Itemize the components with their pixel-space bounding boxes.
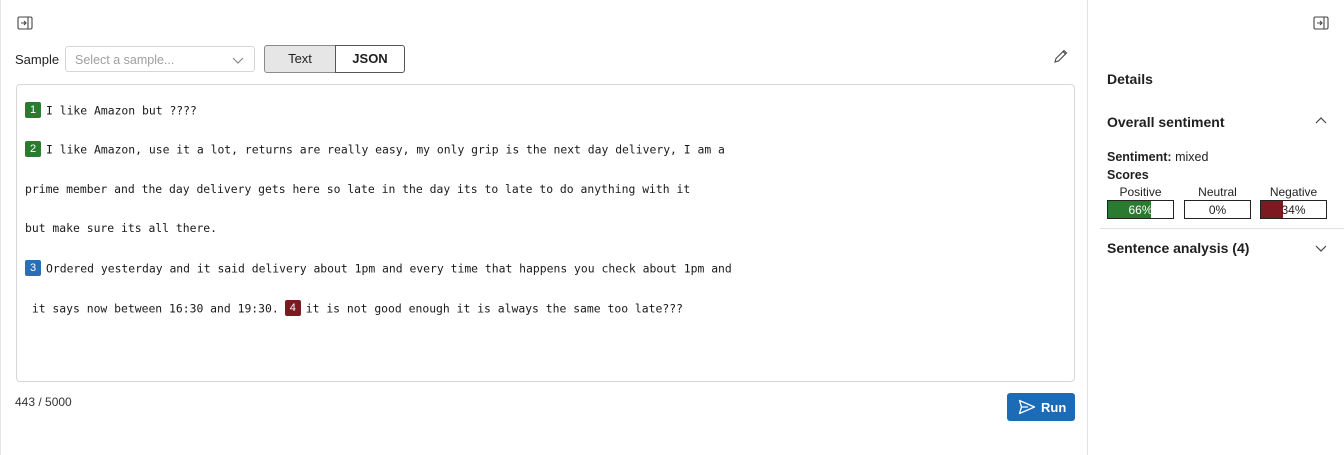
editor-line: 3 Ordered yesterday and it said delivery … <box>25 260 732 277</box>
editor-line: prime member and the day delivery gets h… <box>25 182 691 196</box>
sample-placeholder: Select a sample... <box>75 53 175 67</box>
divider <box>1100 228 1344 229</box>
score-value: 34% <box>1281 203 1306 217</box>
sentence-text: I like Amazon but ???? <box>46 103 197 118</box>
sentiment-value: mixed <box>1175 150 1209 164</box>
collapse-panel-icon[interactable] <box>17 15 35 33</box>
score-value: 0% <box>1208 203 1227 217</box>
sentence-text: I like Amazon, use it a lot, returns are… <box>46 142 725 157</box>
sentence-badge: 2 <box>25 141 41 157</box>
chevron-down-icon[interactable] <box>1315 243 1327 253</box>
run-button[interactable]: Run <box>1007 393 1075 421</box>
score-value: 66% <box>1128 203 1153 217</box>
editor-line: 1 I like Amazon but ???? <box>25 102 197 119</box>
sentence-text: Ordered yesterday and it said delivery a… <box>46 261 732 276</box>
sentence-badge: 3 <box>25 260 41 276</box>
details-panel: Details Overall sentiment Sentiment: mix… <box>1089 0 1344 455</box>
editor-line: but make sure its all there. <box>25 221 218 235</box>
send-icon <box>1018 399 1036 415</box>
character-counter: 443 / 5000 <box>15 395 72 409</box>
sentence-analysis-header[interactable]: Sentence analysis (4) <box>1107 240 1249 256</box>
score-label: Negative <box>1269 185 1318 199</box>
details-title: Details <box>1107 71 1153 87</box>
editor-line: it says now between 16:30 and 19:30. 4 it … <box>25 300 683 317</box>
text-editor[interactable]: 1 I like Amazon but ???? 2 I like Amazon, … <box>16 84 1075 382</box>
chevron-down-icon <box>232 57 244 64</box>
score-neutral: Neutral 0% <box>1184 185 1251 219</box>
sample-dropdown[interactable]: Select a sample... <box>65 46 255 72</box>
score-bar: 0% <box>1184 200 1251 219</box>
input-panel: Sample Select a sample... Text JSON 1 I l… <box>0 0 1088 455</box>
editor-line: 2 I like Amazon, use it a lot, returns ar… <box>25 141 725 158</box>
chevron-up-icon[interactable] <box>1315 116 1327 126</box>
score-negative: Negative 34% <box>1260 185 1327 219</box>
sentence-text: it says now between 16:30 and 19:30. <box>25 301 279 316</box>
score-positive: Positive 66% <box>1107 185 1174 219</box>
sentence-text: it is not good enough it is always the s… <box>305 301 683 316</box>
sentiment-result: Sentiment: mixed <box>1107 150 1208 164</box>
score-bar: 66% <box>1107 200 1174 219</box>
score-label: Positive <box>1119 185 1162 199</box>
score-label: Neutral <box>1198 185 1237 199</box>
sentence-badge: 1 <box>25 102 41 118</box>
sentiment-key: Sentiment: <box>1107 150 1172 164</box>
sentence-badge: 4 <box>284 300 301 316</box>
run-label: Run <box>1041 400 1067 415</box>
score-bar: 34% <box>1260 200 1327 219</box>
tab-json[interactable]: JSON <box>335 45 405 73</box>
sample-label: Sample <box>15 52 60 67</box>
edit-pencil-icon[interactable] <box>1053 48 1069 64</box>
collapse-details-icon[interactable] <box>1313 15 1331 33</box>
overall-sentiment-header[interactable]: Overall sentiment <box>1107 114 1225 130</box>
scores-title: Scores <box>1107 168 1149 182</box>
tab-text[interactable]: Text <box>264 45 336 73</box>
